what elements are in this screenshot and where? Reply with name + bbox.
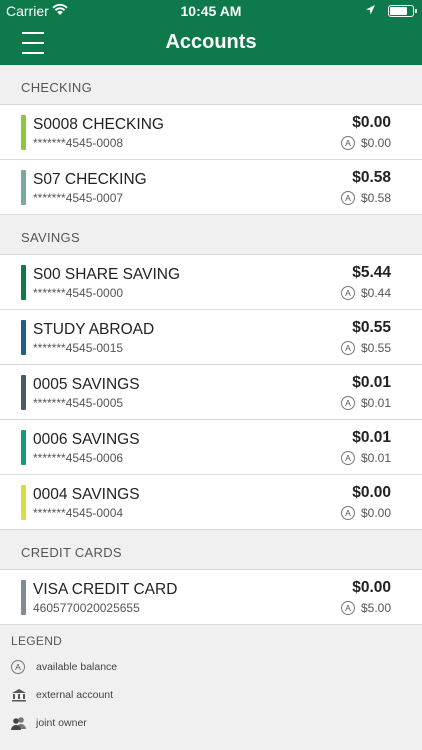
account-number: *******4545-0004 xyxy=(33,506,124,520)
account-name: 0006 SAVINGS xyxy=(33,431,140,448)
section-header: CREDIT CARDS xyxy=(0,530,422,570)
available-balance-icon: A xyxy=(340,506,355,520)
account-color-bar xyxy=(21,430,26,465)
available-balance-icon: A xyxy=(340,286,355,300)
available-amount: $0.44 xyxy=(360,286,391,300)
available-amount: $0.58 xyxy=(360,191,391,205)
account-name: 0005 SAVINGS xyxy=(33,376,140,393)
available-amount: $0.00 xyxy=(360,506,391,520)
account-name: VISA CREDIT CARD xyxy=(33,581,178,598)
account-color-bar xyxy=(21,485,26,520)
account-row[interactable]: S00 SHARE SAVING *******4545-0000 $5.44 A $0… xyxy=(0,255,422,310)
available-balance-icon: A xyxy=(340,396,355,410)
account-balance: $0.58 xyxy=(352,169,391,186)
account-row[interactable]: STUDY ABROAD *******4545-0015 $0.55 A $0.55 xyxy=(0,310,422,365)
account-color-bar xyxy=(21,375,26,410)
account-number: *******4545-0008 xyxy=(33,136,124,150)
account-balance: $0.00 xyxy=(352,484,391,501)
available-amount: $0.01 xyxy=(360,451,391,465)
legend-item-external: external account xyxy=(0,681,422,709)
available-balance: A $0.01 xyxy=(340,451,391,465)
legend-title: LEGEND xyxy=(11,634,63,648)
joint-owner-icon xyxy=(11,716,27,733)
available-balance-icon: A xyxy=(340,341,355,355)
legend: LEGEND A available balance external acco… xyxy=(0,625,422,737)
account-row[interactable]: VISA CREDIT CARD 4605770020025655 $0.00 A $5… xyxy=(0,570,422,625)
account-color-bar xyxy=(21,170,26,205)
account-balance: $0.55 xyxy=(352,319,391,336)
available-balance-icon: A xyxy=(340,451,355,465)
account-balance: $0.01 xyxy=(352,429,391,446)
account-color-bar xyxy=(21,580,26,615)
account-number: *******4545-0000 xyxy=(33,286,124,300)
status-time: 10:45 AM xyxy=(180,3,242,19)
available-balance: A $0.00 xyxy=(340,506,391,520)
account-number: *******4545-0015 xyxy=(33,341,124,355)
legend-label: available balance xyxy=(36,661,118,673)
available-balance-icon: A xyxy=(11,660,31,674)
available-balance: A $5.00 xyxy=(340,601,391,615)
account-sections: CHECKING S0008 CHECKING *******4545-0008 $0… xyxy=(0,65,422,625)
account-row[interactable]: S0008 CHECKING *******4545-0008 $0.00 A $0.0… xyxy=(0,105,422,160)
legend-item-joint: joint owner xyxy=(0,709,422,737)
battery-icon xyxy=(388,5,417,17)
available-balance-icon: A xyxy=(340,136,355,150)
account-row[interactable]: 0005 SAVINGS *******4545-0005 $0.01 A $0.01 xyxy=(0,365,422,420)
status-bar: Carrier 10:45 AM xyxy=(0,0,422,22)
available-amount: $0.00 xyxy=(360,136,391,150)
available-balance: A $0.55 xyxy=(340,341,391,355)
nav-bar: Accounts xyxy=(0,22,422,65)
legend-label: joint owner xyxy=(36,717,87,729)
available-balance-icon: A xyxy=(340,601,355,615)
available-balance: A $0.01 xyxy=(340,396,391,410)
available-amount: $0.01 xyxy=(360,396,391,410)
available-balance: A $0.00 xyxy=(340,136,391,150)
account-number: *******4545-0007 xyxy=(33,191,124,205)
available-balance: A $0.44 xyxy=(340,286,391,300)
account-balance: $0.00 xyxy=(352,579,391,596)
page-title: Accounts xyxy=(165,31,257,53)
account-color-bar xyxy=(21,265,26,300)
available-balance: A $0.58 xyxy=(340,191,391,205)
account-number: 4605770020025655 xyxy=(33,601,140,615)
legend-item-available: A available balance xyxy=(0,653,422,681)
account-balance: $0.01 xyxy=(352,374,391,391)
account-name: 0004 SAVINGS xyxy=(33,486,140,503)
account-color-bar xyxy=(21,320,26,355)
accounts-list: CHECKING S0008 CHECKING *******4545-0008 $0… xyxy=(0,65,422,750)
section-header: SAVINGS xyxy=(0,215,422,255)
account-balance: $5.44 xyxy=(352,264,391,281)
section-header: CHECKING xyxy=(0,65,422,105)
account-name: S0008 CHECKING xyxy=(33,116,164,133)
account-balance: $0.00 xyxy=(352,114,391,131)
account-color-bar xyxy=(21,115,26,150)
account-name: STUDY ABROAD xyxy=(33,321,155,338)
account-row[interactable]: 0006 SAVINGS *******4545-0006 $0.01 A $0.01 xyxy=(0,420,422,475)
account-number: *******4545-0005 xyxy=(33,396,124,410)
account-number: *******4545-0006 xyxy=(33,451,124,465)
account-row[interactable]: 0004 SAVINGS *******4545-0004 $0.00 A $0.00 xyxy=(0,475,422,530)
account-name: S00 SHARE SAVING xyxy=(33,266,181,283)
battery-level-fill xyxy=(390,7,407,15)
available-balance-icon: A xyxy=(340,191,355,205)
location-arrow-icon xyxy=(365,3,376,19)
bank-building-icon xyxy=(11,688,27,705)
account-row[interactable]: S07 CHECKING *******4545-0007 $0.58 A $0.58 xyxy=(0,160,422,215)
account-name: S07 CHECKING xyxy=(33,171,147,188)
available-amount: $0.55 xyxy=(360,341,391,355)
available-amount: $5.00 xyxy=(360,601,391,615)
legend-label: external account xyxy=(36,689,114,701)
